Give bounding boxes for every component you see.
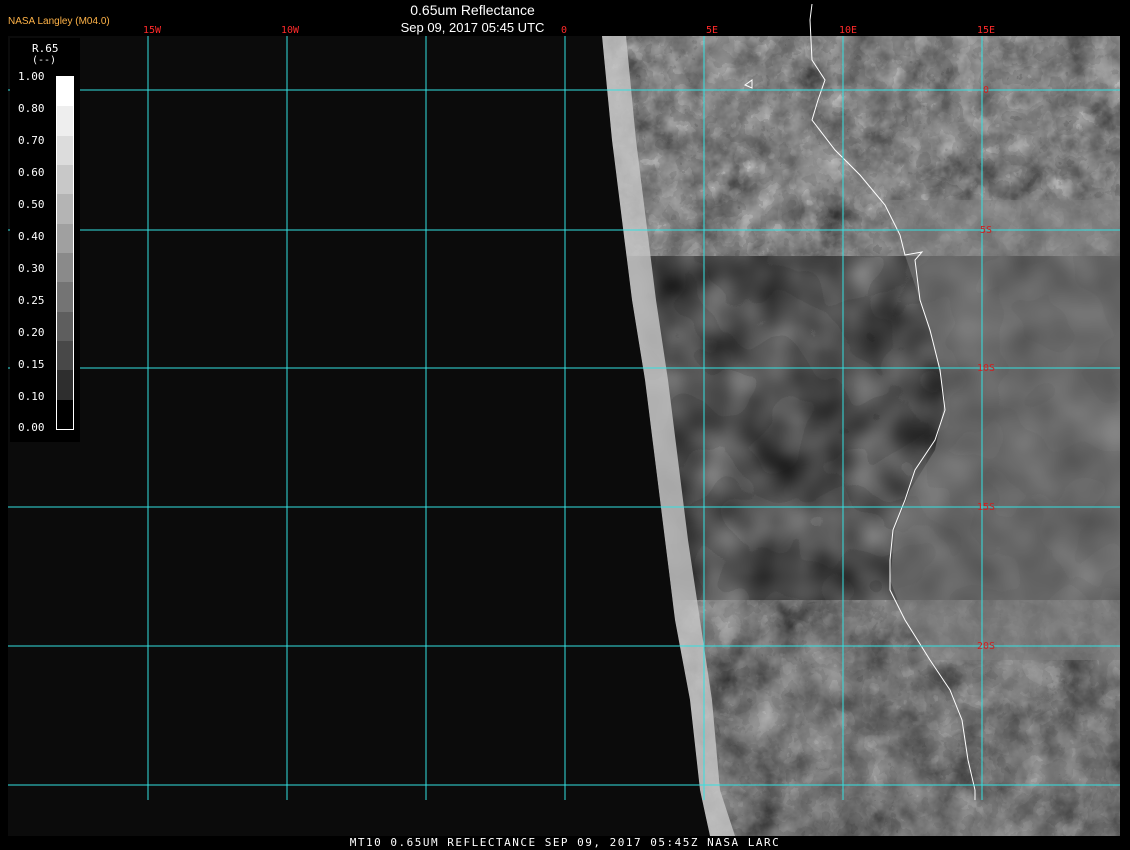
longitude-labels: 15W 10W 0 5E 10E 15E xyxy=(143,25,995,36)
legend-tick: 0.40 xyxy=(18,230,45,243)
legend-color-step xyxy=(57,253,73,283)
legend-tick: 0.30 xyxy=(18,262,45,275)
legend-color-step xyxy=(57,106,73,137)
reflectance-legend: R.65 (--) 1.00 0.80 0.70 0.60 0.50 0.40 0.30 0.… xyxy=(10,38,80,442)
legend-tick: 0.10 xyxy=(18,390,45,403)
longitude-label: 15E xyxy=(977,25,995,36)
legend-color-step xyxy=(57,399,73,430)
legend-tick: 0.15 xyxy=(18,358,45,371)
legend-color-step xyxy=(57,223,73,254)
image-footer: MT10 0.65UM REFLECTANCE SEP 09, 2017 05:… xyxy=(349,836,781,849)
longitude-label: 15W xyxy=(143,25,162,36)
legend-color-step xyxy=(57,77,73,107)
latitude-label: 0 xyxy=(983,85,989,96)
longitude-label: 0 xyxy=(561,25,567,36)
legend-color-step xyxy=(57,282,73,313)
satellite-map: 15W 10W 0 5E 10E 15E 0 5S 10S 15S 20S xyxy=(8,3,1120,836)
legend-color-step xyxy=(57,194,73,225)
legend-tick: 0.70 xyxy=(18,134,45,147)
legend-color-bar xyxy=(56,76,74,430)
legend-tick: 0.50 xyxy=(18,198,45,211)
legend-color-step xyxy=(57,370,73,401)
longitude-label: 5E xyxy=(706,25,718,36)
latitude-label: 5S xyxy=(980,225,992,236)
longitude-label: 10W xyxy=(281,25,300,36)
legend-tick: 0.80 xyxy=(18,102,45,115)
legend-color-step xyxy=(57,311,73,342)
latitude-label: 10S xyxy=(977,363,995,374)
legend-tick: 1.00 xyxy=(18,70,45,83)
latitude-label: 15S xyxy=(977,502,995,513)
longitude-label: 10E xyxy=(839,25,857,36)
legend-color-step xyxy=(57,165,73,195)
legend-color-step xyxy=(57,341,73,371)
legend-tick: 0.20 xyxy=(18,326,45,339)
latitude-label: 20S xyxy=(977,641,995,652)
legend-tick: 0.25 xyxy=(18,294,45,307)
legend-tick: 0.60 xyxy=(18,166,45,179)
legend-color-step xyxy=(57,135,73,166)
legend-tick: 0.00 xyxy=(18,421,45,434)
satellite-image-viewer: NASA Langley (M04.0) 0.65um Reflectance … xyxy=(0,0,1130,850)
